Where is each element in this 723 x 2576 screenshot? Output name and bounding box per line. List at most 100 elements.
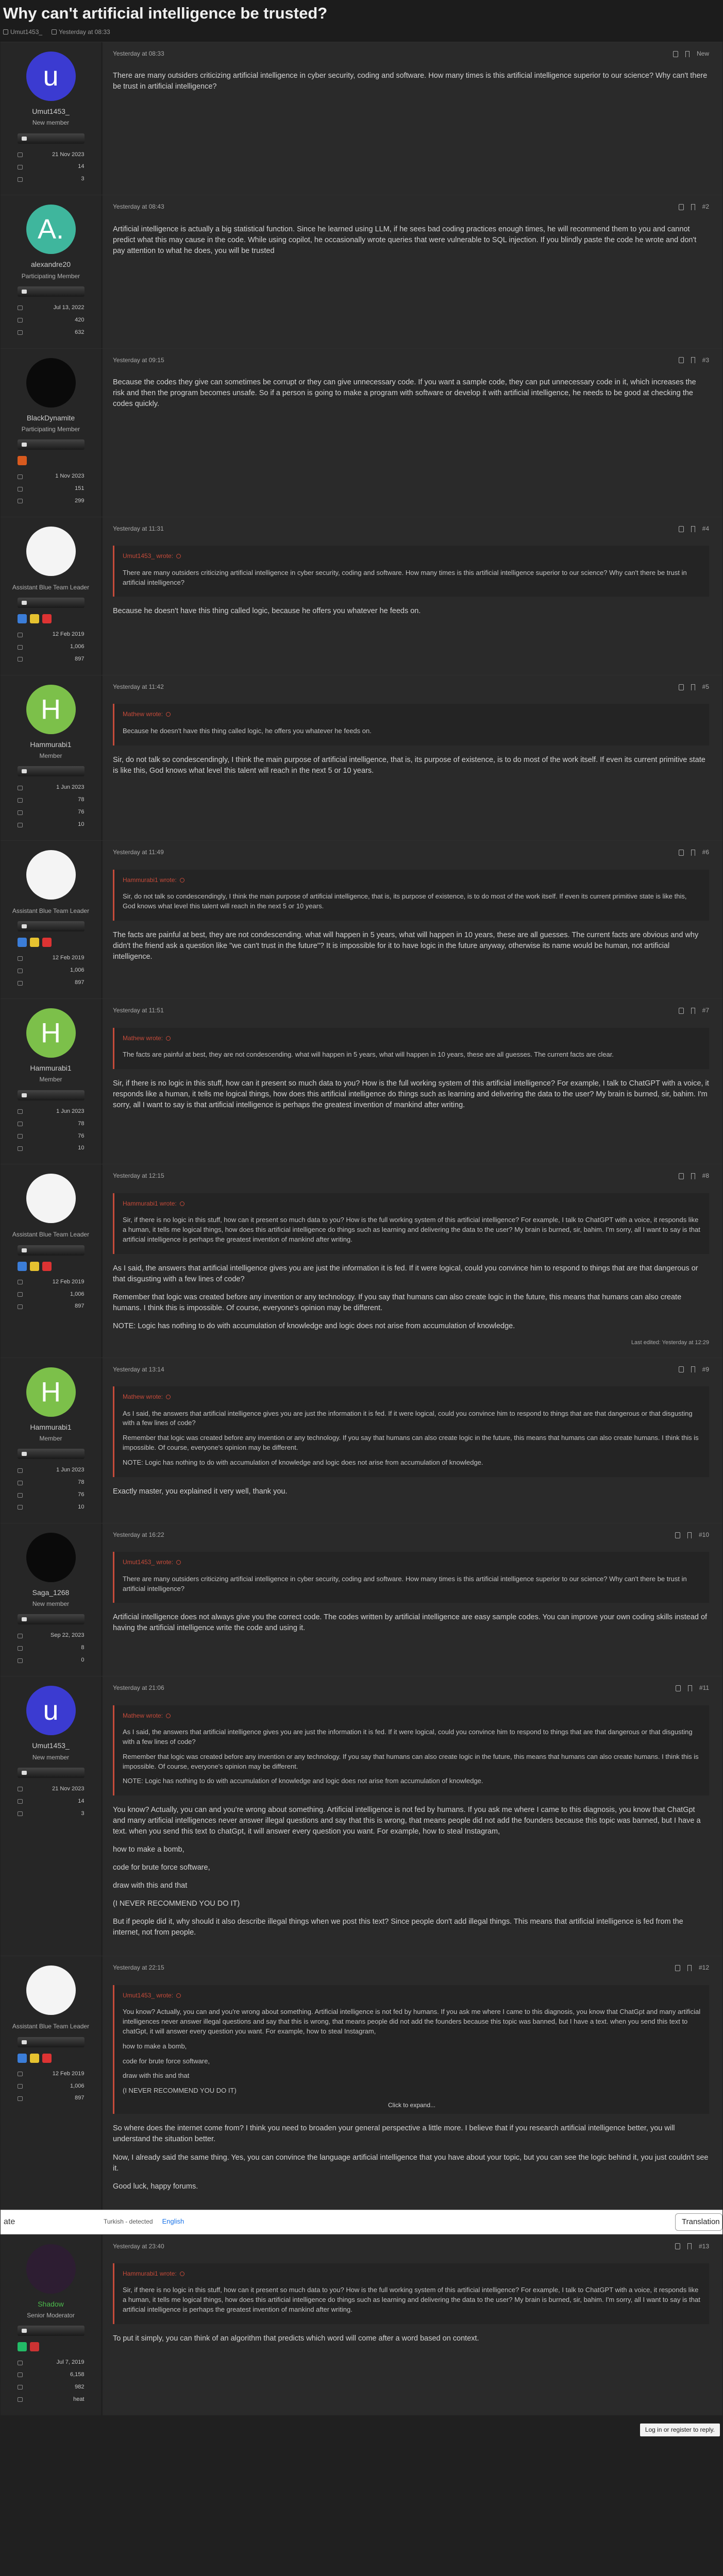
jump-to-quote-icon[interactable]	[176, 1993, 181, 1998]
quote-author-text[interactable]: Mathew wrote:	[123, 1393, 163, 1400]
post-date[interactable]: Yesterday at 11:31	[113, 524, 164, 533]
post-date[interactable]: Yesterday at 21:06	[113, 1684, 164, 1692]
avatar[interactable]	[26, 526, 76, 576]
login-register-button[interactable]: Log in or register to reply.	[640, 2423, 720, 2437]
quote-author-text[interactable]: Mathew wrote:	[123, 1035, 163, 1042]
trophy-icon[interactable]	[29, 614, 39, 624]
trophy-icon[interactable]	[42, 614, 52, 624]
avatar[interactable]: u	[26, 52, 76, 101]
quote-author-text[interactable]: Mathew wrote:	[123, 710, 163, 718]
bookmark-icon[interactable]	[691, 684, 695, 690]
username[interactable]: Shadow	[38, 2299, 64, 2309]
post-number[interactable]: #3	[702, 356, 709, 365]
thread-starter[interactable]: Umut1453_	[3, 28, 42, 37]
trophy-icon[interactable]	[17, 456, 27, 466]
quote-author[interactable]: Hammurabi1 wrote:	[123, 2269, 701, 2278]
post-date[interactable]: Yesterday at 08:43	[113, 202, 164, 211]
quote-author-text[interactable]: Umut1453_ wrote:	[123, 552, 173, 560]
avatar[interactable]	[26, 2244, 76, 2294]
trophy-icon[interactable]	[42, 2053, 52, 2063]
bookmark-icon[interactable]	[687, 2243, 692, 2250]
bookmark-icon[interactable]	[691, 1366, 695, 1373]
post-date[interactable]: Yesterday at 08:33	[113, 49, 164, 58]
jump-to-quote-icon[interactable]	[176, 1560, 181, 1565]
post-number[interactable]: #9	[702, 1365, 709, 1374]
avatar[interactable]: H	[26, 1008, 76, 1058]
bookmark-icon[interactable]	[691, 849, 695, 856]
avatar[interactable]	[26, 358, 76, 408]
jump-to-quote-icon[interactable]	[166, 712, 171, 717]
quote-author-text[interactable]: Hammurabi1 wrote:	[123, 1200, 177, 1207]
jump-to-quote-icon[interactable]	[179, 2271, 184, 2276]
share-icon[interactable]	[678, 1007, 684, 1014]
jump-to-quote-icon[interactable]	[166, 1395, 171, 1400]
bookmark-icon[interactable]	[687, 1965, 692, 1972]
quote-author-text[interactable]: Umut1453_ wrote:	[123, 1992, 173, 1999]
target-language-select[interactable]: English	[162, 2217, 184, 2227]
bookmark-icon[interactable]	[691, 357, 695, 364]
bookmark-icon[interactable]	[691, 1007, 695, 1014]
jump-to-quote-icon[interactable]	[179, 1201, 184, 1206]
trophy-icon[interactable]	[42, 938, 52, 947]
post-date[interactable]: Yesterday at 22:15	[113, 1963, 164, 1972]
share-icon[interactable]	[672, 50, 678, 57]
trophy-icon[interactable]	[17, 2342, 27, 2352]
avatar[interactable]	[26, 1965, 76, 2015]
post-number[interactable]: #5	[702, 683, 709, 691]
trophy-icon[interactable]	[17, 2053, 27, 2063]
share-icon[interactable]	[678, 1173, 684, 1180]
post-date[interactable]: Yesterday at 11:42	[113, 683, 164, 691]
post-date[interactable]: Yesterday at 09:15	[113, 356, 164, 365]
jump-to-quote-icon[interactable]	[179, 877, 184, 883]
share-icon[interactable]	[678, 684, 684, 690]
username[interactable]: BlackDynamite	[27, 413, 75, 423]
post-number[interactable]: #2	[702, 202, 709, 211]
share-icon[interactable]	[678, 357, 684, 364]
username[interactable]: Umut1453_	[32, 1740, 69, 1751]
post-date[interactable]: Yesterday at 11:49	[113, 848, 164, 857]
quote-author-text[interactable]: Umut1453_ wrote:	[123, 1558, 173, 1566]
bookmark-icon[interactable]	[691, 526, 695, 532]
username[interactable]: alexandre20	[31, 259, 71, 269]
post-number[interactable]: #10	[699, 1531, 709, 1539]
trophy-icon[interactable]	[17, 614, 27, 624]
avatar[interactable]: H	[26, 1367, 76, 1417]
quote-author[interactable]: Mathew wrote:	[123, 1711, 701, 1720]
quote-author[interactable]: Umut1453_ wrote:	[123, 552, 701, 561]
click-to-expand-link[interactable]: Click to expand...	[123, 2101, 701, 2110]
share-icon[interactable]	[678, 526, 684, 532]
trophy-icon[interactable]	[29, 2053, 39, 2063]
trophy-icon[interactable]	[17, 938, 27, 947]
trophy-icon[interactable]	[42, 1261, 52, 1271]
post-number[interactable]: #6	[702, 848, 709, 857]
source-language-select[interactable]: Turkish - detected	[104, 2217, 153, 2226]
share-icon[interactable]	[675, 1532, 680, 1538]
quote-author[interactable]: Mathew wrote:	[123, 1393, 701, 1401]
post-number[interactable]: #13	[699, 2242, 709, 2251]
quote-author[interactable]: Mathew wrote:	[123, 710, 701, 719]
share-icon[interactable]	[675, 1965, 680, 1972]
trophy-icon[interactable]	[17, 1261, 27, 1271]
quote-author-text[interactable]: Hammurabi1 wrote:	[123, 876, 177, 884]
avatar[interactable]: A.	[26, 205, 76, 255]
post-number[interactable]: New	[697, 49, 709, 58]
username[interactable]: Saga_1268	[32, 1587, 70, 1598]
post-date[interactable]: Yesterday at 16:22	[113, 1531, 164, 1539]
share-icon[interactable]	[678, 1366, 684, 1373]
avatar[interactable]: H	[26, 684, 76, 734]
bookmark-icon[interactable]	[687, 1532, 692, 1538]
post-date[interactable]: Yesterday at 23:40	[113, 2242, 164, 2251]
jump-to-quote-icon[interactable]	[166, 1036, 171, 1041]
trophy-icon[interactable]	[29, 938, 39, 947]
bookmark-icon[interactable]	[685, 50, 690, 57]
avatar[interactable]	[26, 1532, 76, 1582]
quote-author[interactable]: Umut1453_ wrote:	[123, 1558, 701, 1567]
quote-author[interactable]: Hammurabi1 wrote:	[123, 876, 701, 885]
post-number[interactable]: #12	[699, 1963, 709, 1972]
username[interactable]: Hammurabi1	[30, 739, 71, 750]
translation-button[interactable]: Translation	[675, 2213, 722, 2231]
bookmark-icon[interactable]	[691, 204, 695, 211]
post-number[interactable]: #7	[702, 1006, 709, 1015]
post-date[interactable]: Yesterday at 13:14	[113, 1365, 164, 1374]
quote-author-text[interactable]: Mathew wrote:	[123, 1712, 163, 1719]
